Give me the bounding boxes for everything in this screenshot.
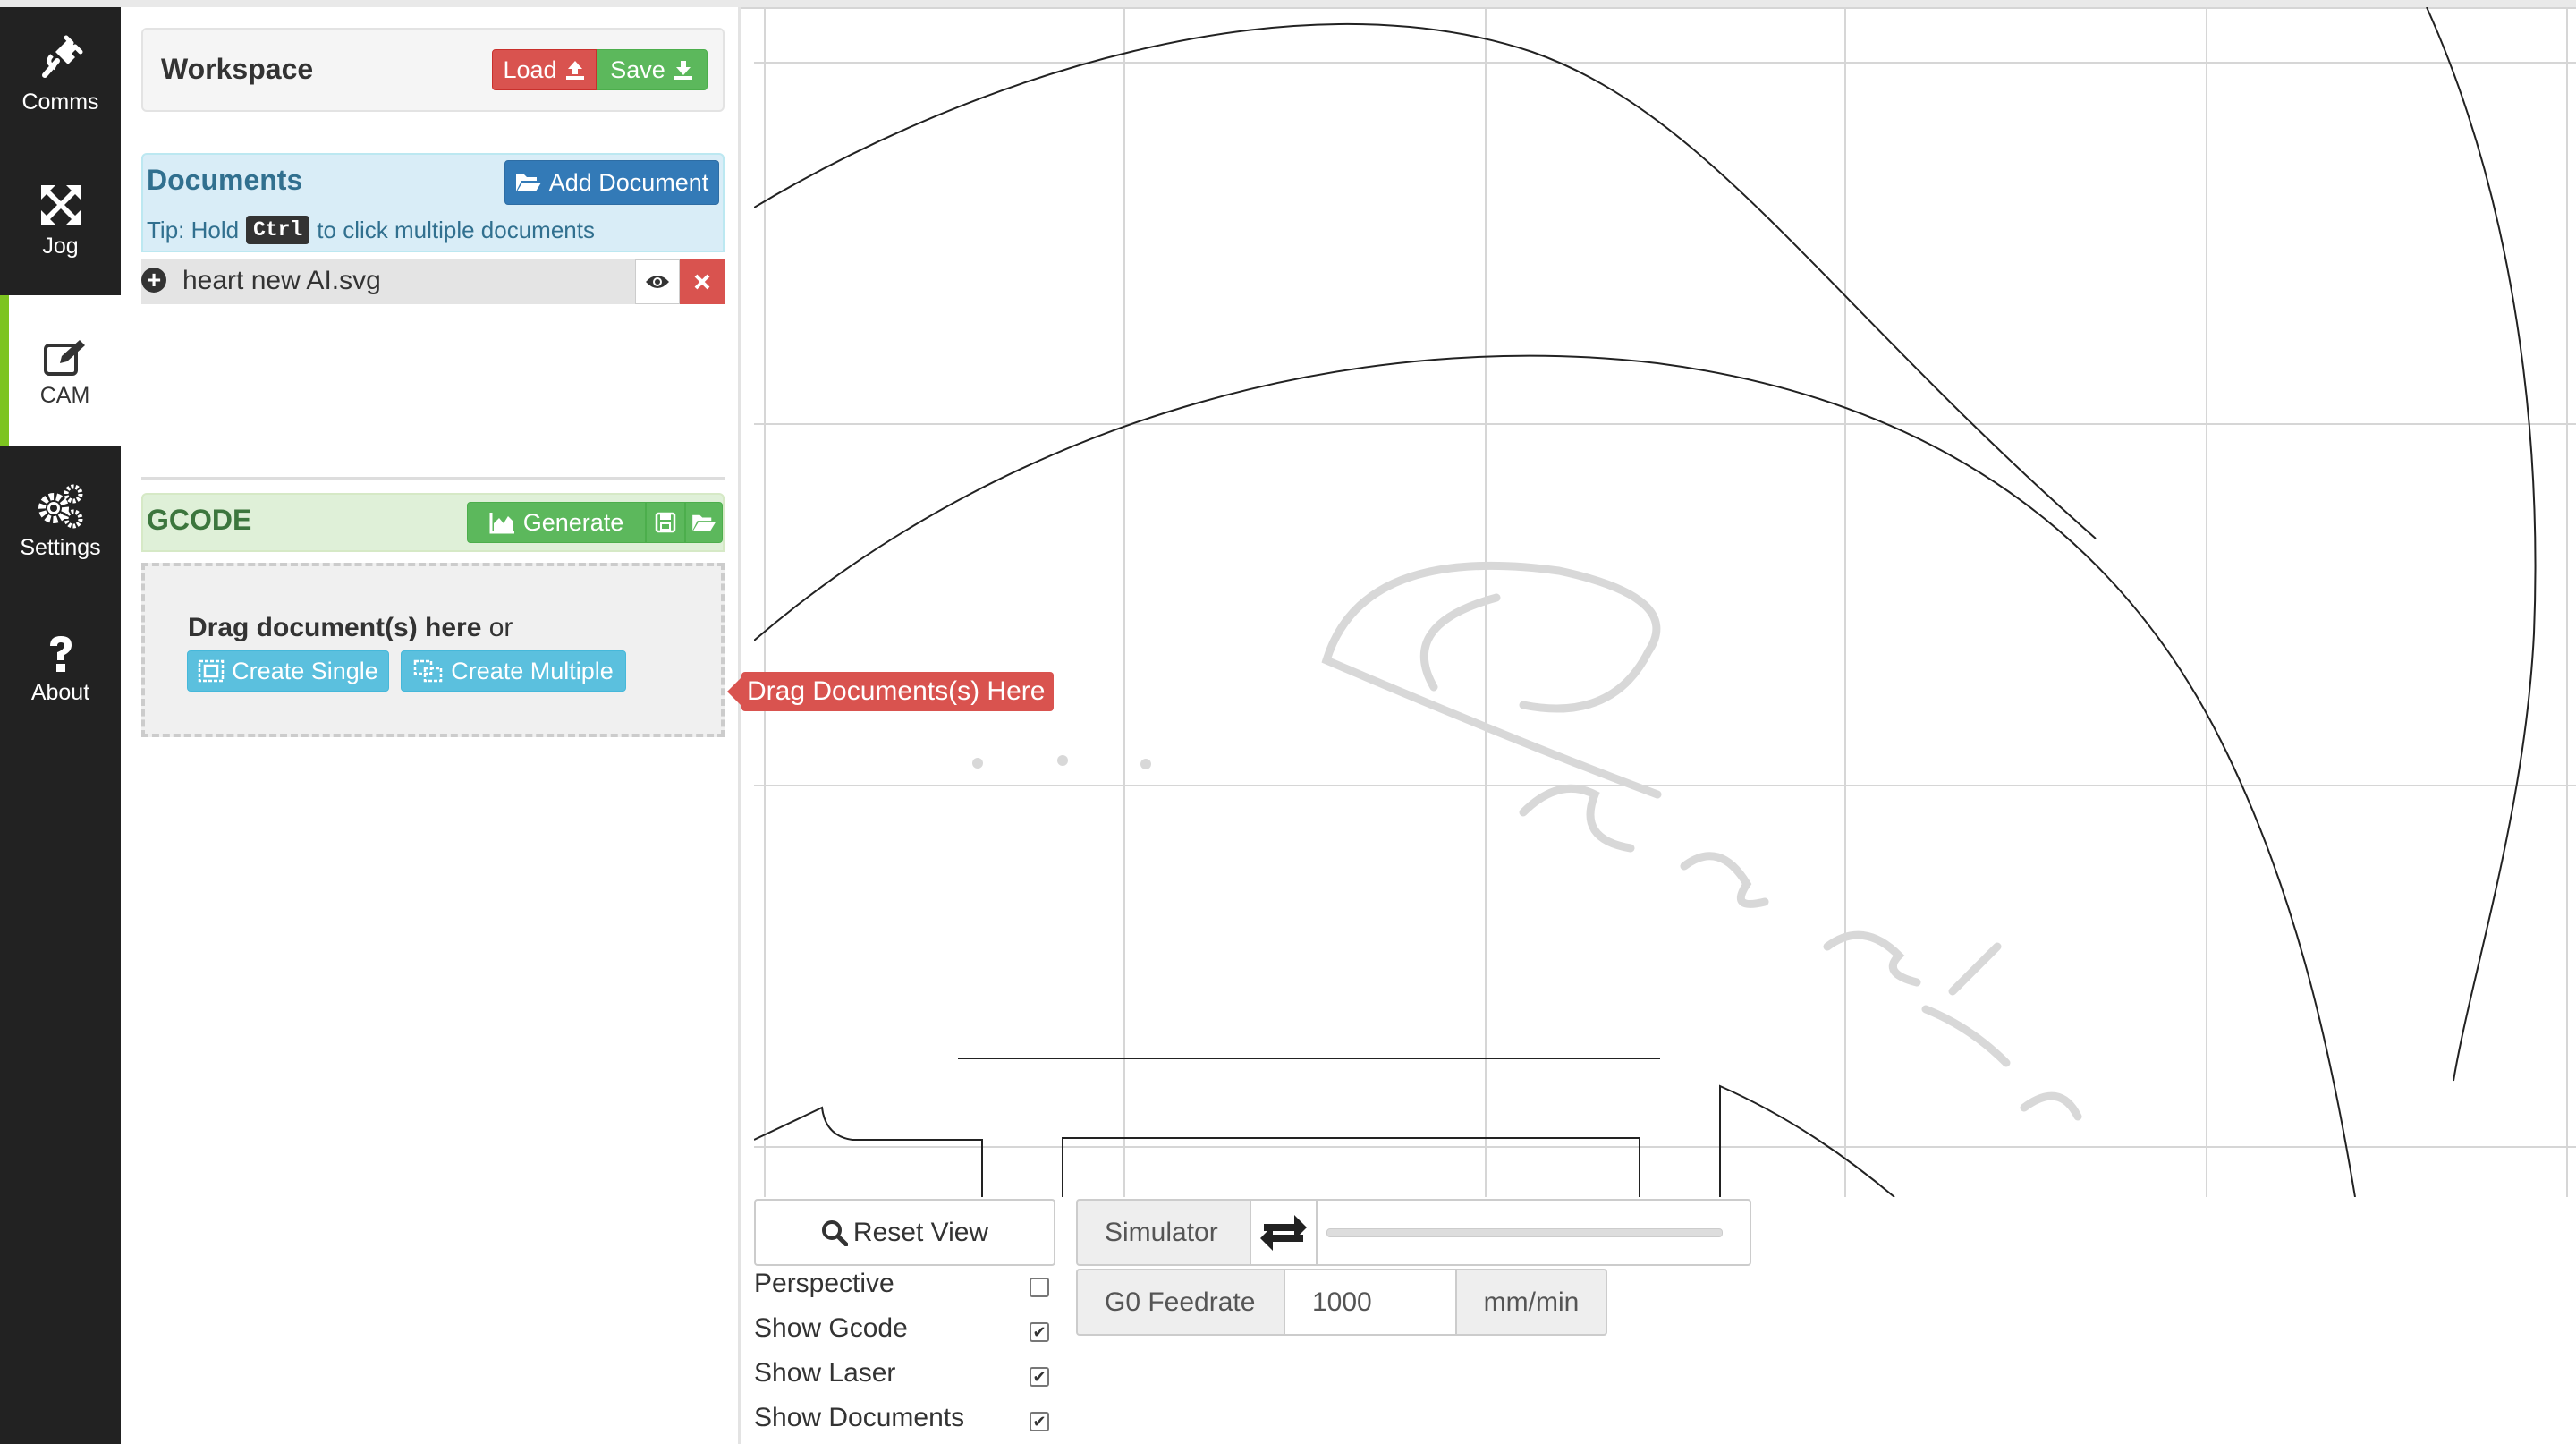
gears-icon [38,484,82,529]
feedrate-unit: mm/min [1483,1287,1580,1317]
floppy-icon [655,512,676,533]
slider-track [1326,1228,1723,1237]
add-document-label: Add Document [548,168,709,196]
nav-label: About [30,680,90,705]
dropzone-text: Drag document(s) here or [188,613,513,643]
dropzone-bold-text: Drag document(s) here [188,613,482,642]
download-icon [674,61,692,80]
generate-label: Generate [522,508,624,536]
tip-text-after: to click multiple documents [317,216,595,243]
perspective-checkbox[interactable] [1030,1278,1049,1297]
gcode-panel: GCODE Generate [141,493,724,552]
nav-label: Jog [42,234,79,259]
toggle-visibility-button[interactable] [635,259,680,304]
arrows-icon [40,185,80,225]
simulator-addon: Simulator [1076,1199,1251,1266]
save-label: Save [610,55,665,83]
search-icon [821,1219,848,1246]
feedrate-value: 1000 [1312,1287,1372,1317]
edit-icon [43,340,85,376]
perspective-option[interactable]: Perspective [754,1269,1049,1310]
nav-label: Comms [21,89,99,115]
expand-plus-icon[interactable]: + [141,268,166,293]
reset-view-button[interactable]: Reset View [754,1199,1055,1266]
load-workspace-button[interactable]: Load [492,49,597,90]
show-documents-option[interactable]: Show Documents ✔ [754,1403,1049,1444]
operation-dropzone[interactable]: Drag document(s) here or Create Single C… [141,563,724,737]
plug-icon [41,35,82,78]
documents-title: Documents [147,164,303,196]
exchange-icon [1260,1214,1307,1251]
save-gcode-button[interactable] [646,502,685,543]
simulator-toggle-button[interactable] [1250,1199,1318,1266]
object-ungroup-icon [413,659,443,683]
active-indicator [0,295,9,446]
create-multiple-button[interactable]: Create Multiple [401,650,626,692]
save-workspace-button[interactable]: Save [597,49,708,90]
nav-about[interactable]: About [0,633,121,775]
reset-view-label: Reset View [852,1217,989,1247]
create-single-label: Create Single [232,657,378,684]
show-laser-checkbox[interactable]: ✔ [1030,1367,1049,1387]
section-separator [141,477,724,480]
option-label: Show Gcode [754,1313,908,1343]
option-label: Perspective [754,1269,894,1298]
simulator-slider[interactable] [1316,1199,1751,1266]
feedrate-addon: G0 Feedrate [1076,1269,1285,1336]
generate-button[interactable]: Generate [467,502,646,543]
panel-divider[interactable] [738,7,741,1444]
show-gcode-option[interactable]: Show Gcode ✔ [754,1313,1049,1355]
gcode-title: GCODE [147,504,252,536]
workspace-title: Workspace [161,53,314,85]
nav-label: Settings [20,535,101,560]
create-single-button[interactable]: Create Single [187,650,389,692]
object-group-icon [198,659,225,683]
upload-icon [565,61,584,80]
option-label: Show Documents [754,1403,965,1432]
feedrate-unit-addon: mm/min [1455,1269,1607,1336]
workspace-panel: Workspace Load Save [141,28,724,112]
viewer-canvas[interactable] [754,7,2576,1197]
simulator-label: Simulator [1105,1217,1218,1247]
option-label: Show Laser [754,1358,896,1388]
show-laser-option[interactable]: Show Laser ✔ [754,1358,1049,1399]
add-document-button[interactable]: Add Document [504,160,719,205]
folder-open-icon [692,514,716,531]
folder-open-icon [515,174,541,191]
create-multiple-label: Create Multiple [451,657,614,684]
nav-cam[interactable]: CAM [9,295,121,446]
load-label: Load [503,55,557,83]
feedrate-label: G0 Feedrate [1105,1287,1256,1317]
left-nav: Comms Jog CAM Settings About [0,7,121,1444]
grid [754,7,2576,1197]
documents-panel: Documents Add Document Tip: Hold Ctrl to… [141,153,724,252]
ctrl-key: Ctrl [246,216,310,244]
nav-comms[interactable]: Comms [0,34,121,175]
drag-here-tooltip: Drag Documents(s) Here [726,672,1055,711]
document-list-item[interactable]: + heart new AI.svg [141,259,724,304]
area-chart-icon [489,513,514,534]
feedrate-input[interactable]: 1000 [1284,1269,1457,1336]
close-icon [694,274,710,290]
question-icon [49,636,72,672]
document-name: heart new AI.svg [182,266,381,295]
documents-tip: Tip: Hold Ctrl to click multiple documen… [147,216,595,244]
remove-document-button[interactable] [680,259,724,304]
tip-text-before: Tip: Hold [147,216,240,243]
eye-icon [646,276,669,288]
show-documents-checkbox[interactable]: ✔ [1030,1412,1049,1431]
open-gcode-button[interactable] [685,502,723,543]
watermark-script [972,561,2082,1121]
show-gcode-checkbox[interactable]: ✔ [1030,1322,1049,1342]
nav-settings[interactable]: Settings [0,483,121,624]
nav-label: CAM [39,383,90,408]
dropzone-or-text: or [488,613,513,642]
